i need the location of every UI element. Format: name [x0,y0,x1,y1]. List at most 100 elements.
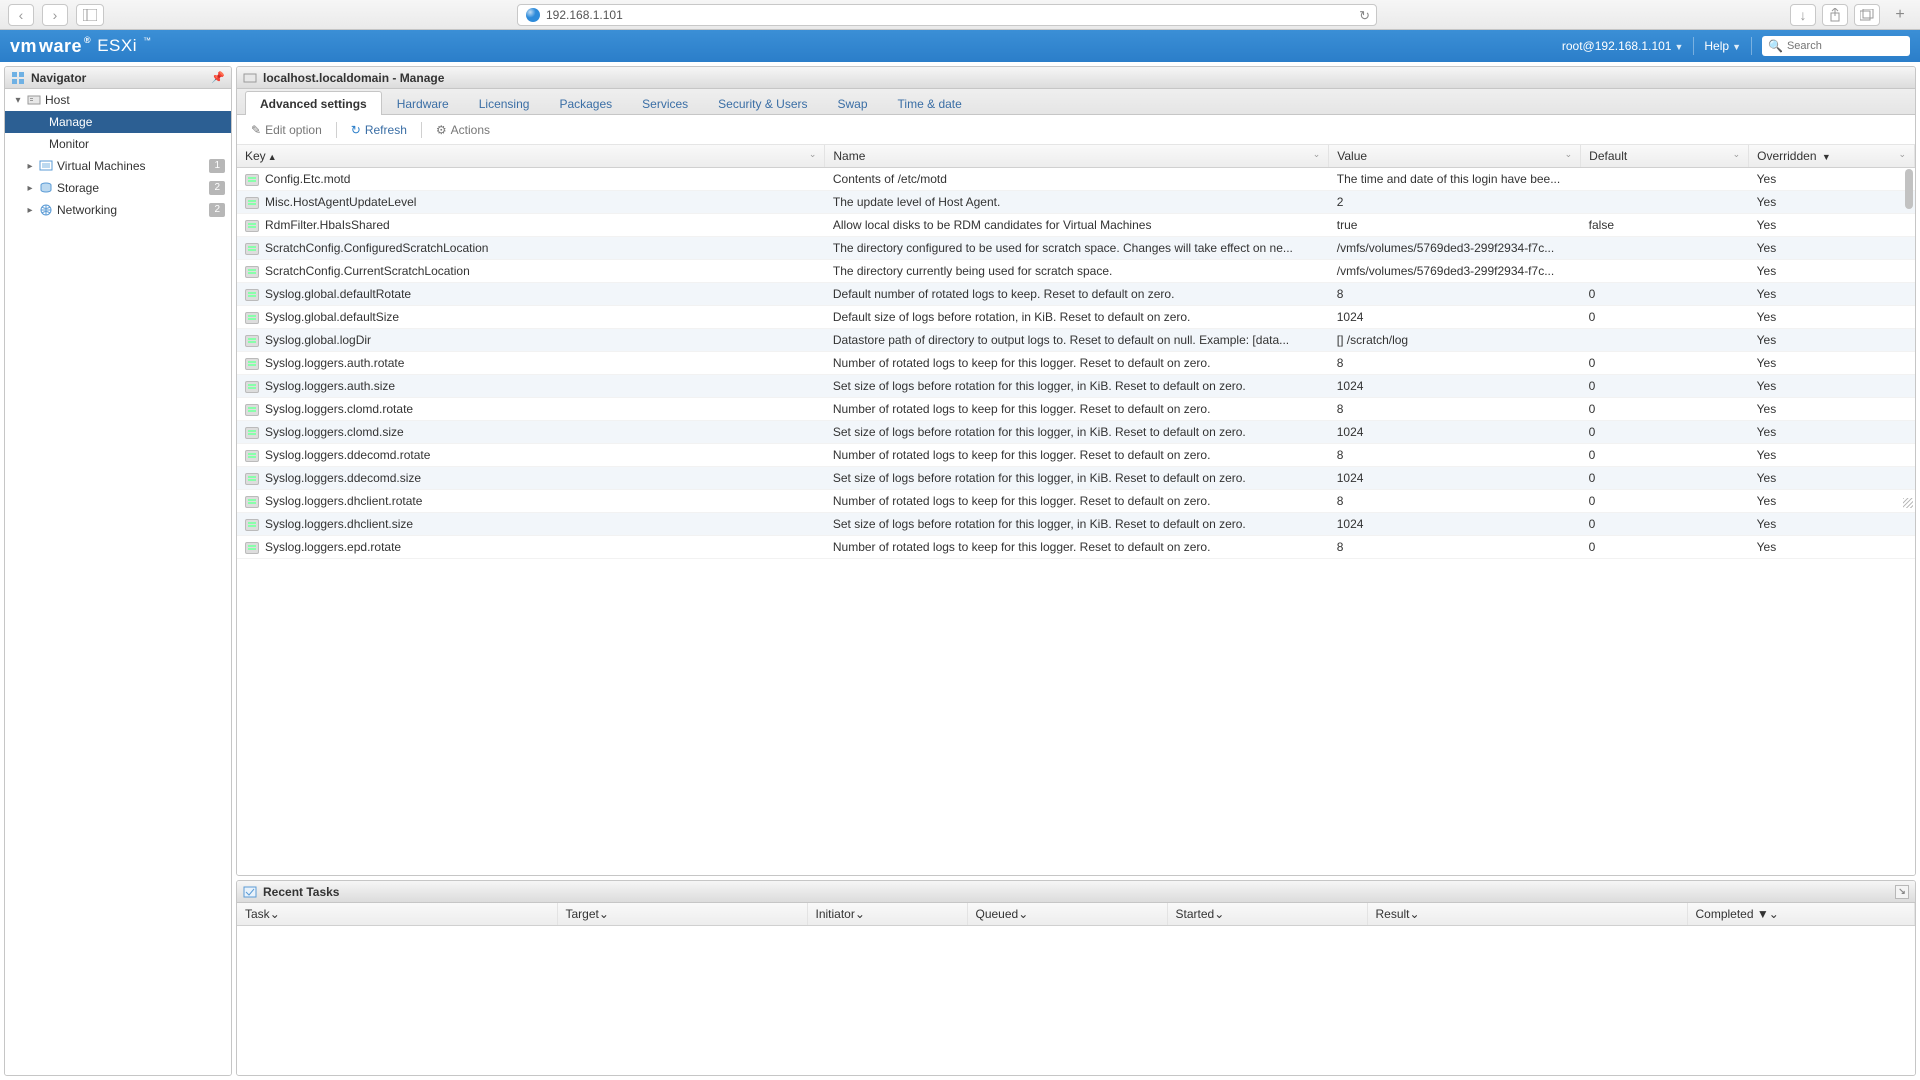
table-row[interactable]: Misc.HostAgentUpdateLevelThe update leve… [237,191,1915,214]
cell-value: 1024 [1329,513,1581,536]
table-row[interactable]: Syslog.loggers.ddecomd.sizeSet size of l… [237,467,1915,490]
table-row[interactable]: Syslog.global.logDirDatastore path of di… [237,329,1915,352]
tab-licensing[interactable]: Licensing [464,91,545,115]
tab-swap[interactable]: Swap [823,91,883,115]
setting-icon [245,519,259,531]
tab-packages[interactable]: Packages [544,91,627,115]
tree-item-networking[interactable]: ▸ Networking 2 [5,199,231,221]
col-target[interactable]: Target⌄ [557,903,807,926]
table-row[interactable]: Syslog.loggers.clomd.rotateNumber of rot… [237,398,1915,421]
table-row[interactable]: Config.Etc.motdContents of /etc/motdThe … [237,168,1915,191]
browser-forward-button[interactable]: › [42,4,68,26]
monitor-label: Monitor [49,137,89,151]
refresh-button[interactable]: ↻ Refresh [347,121,411,139]
table-row[interactable]: Syslog.loggers.dhclient.rotateNumber of … [237,490,1915,513]
browser-sidebar-button[interactable] [76,4,104,26]
chevron-down-icon[interactable]: ⌄ [1410,907,1420,921]
tab-services[interactable]: Services [627,91,703,115]
cell-overridden: Yes [1749,513,1915,536]
chevron-down-icon[interactable]: ⌄ [1214,907,1224,921]
pin-icon[interactable]: 📌 [211,71,225,84]
col-task[interactable]: Task⌄ [237,903,557,926]
tree-item-host[interactable]: ▾ Host [5,89,231,111]
cell-value: [] /scratch/log [1329,329,1581,352]
tab-hardware[interactable]: Hardware [382,91,464,115]
download-button[interactable]: ↓ [1790,4,1816,26]
tree-item-storage[interactable]: ▸ Storage 2 [5,177,231,199]
resize-handle[interactable] [1903,498,1913,508]
tab-advanced-settings[interactable]: Advanced settings [245,91,382,115]
table-row[interactable]: Syslog.loggers.auth.rotateNumber of rota… [237,352,1915,375]
col-default[interactable]: Default⌄ [1581,145,1749,168]
vm-icon [39,159,53,173]
search-icon: 🔍 [1768,39,1783,53]
scrollbar-thumb[interactable] [1905,169,1913,209]
cell-value: 8 [1329,352,1581,375]
cell-name: Contents of /etc/motd [825,168,1329,191]
table-row[interactable]: ScratchConfig.ConfiguredScratchLocationT… [237,237,1915,260]
table-row[interactable]: Syslog.loggers.auth.sizeSet size of logs… [237,375,1915,398]
address-bar[interactable]: 192.168.1.101 ↻ [517,4,1377,26]
col-key[interactable]: Key▲⌄ [237,145,825,168]
col-queued[interactable]: Queued⌄ [967,903,1167,926]
share-button[interactable] [1822,4,1848,26]
chevron-down-icon[interactable]: ⌄ [1898,149,1906,160]
cell-name: Number of rotated logs to keep for this … [825,444,1329,467]
user-menu[interactable]: root@192.168.1.101▼ [1562,39,1684,53]
col-overridden[interactable]: Overridden ▼⌄ [1749,145,1915,168]
table-row[interactable]: RdmFilter.HbaIsSharedAllow local disks t… [237,214,1915,237]
cell-key: Syslog.loggers.dhclient.size [237,513,825,536]
table-row[interactable]: Syslog.loggers.epd.rotateNumber of rotat… [237,536,1915,559]
table-row[interactable]: Syslog.global.defaultSizeDefault size of… [237,306,1915,329]
browser-back-button[interactable]: ‹ [8,4,34,26]
chevron-down-icon[interactable]: ⌄ [1018,907,1028,921]
search-input[interactable] [1787,40,1897,52]
disclose-icon[interactable]: ▾ [13,95,23,106]
blank-space [237,510,1915,875]
expand-button[interactable]: ↘ [1895,885,1909,899]
chevron-down-icon[interactable]: ⌄ [855,907,865,921]
cell-default [1581,191,1749,214]
network-icon [39,203,53,217]
tasks-empty-body [237,926,1915,1075]
col-initiator[interactable]: Initiator⌄ [807,903,967,926]
vertical-scrollbar[interactable] [1905,169,1913,529]
cell-overridden: Yes [1749,306,1915,329]
col-started[interactable]: Started⌄ [1167,903,1367,926]
chevron-down-icon[interactable]: ⌄ [809,149,817,160]
tabs-button[interactable] [1854,4,1880,26]
chevron-down-icon[interactable]: ⌄ [270,907,280,921]
col-result[interactable]: Result⌄ [1367,903,1687,926]
col-value[interactable]: Value ⌄ [1329,145,1581,168]
reload-icon[interactable]: ↻ [1359,8,1370,24]
table-row[interactable]: Syslog.loggers.ddecomd.rotateNumber of r… [237,444,1915,467]
chevron-down-icon[interactable]: ⌄ [1313,149,1321,160]
help-menu[interactable]: Help▼ [1704,39,1741,53]
tree-item-monitor[interactable]: Monitor [5,133,231,155]
table-row[interactable]: Syslog.global.defaultRotateDefault numbe… [237,283,1915,306]
chevron-down-icon[interactable]: ⌄ [599,907,609,921]
grid-scroll[interactable]: Key▲⌄ Name⌄ Value ⌄ Default⌄ Overridden ▼… [237,145,1915,541]
disclose-icon[interactable]: ▸ [25,205,35,216]
esxi-header: vmware® ESXi™ root@192.168.1.101▼ Help▼ … [0,30,1920,62]
table-row[interactable]: Syslog.loggers.clomd.sizeSet size of log… [237,421,1915,444]
table-row[interactable]: Syslog.loggers.dhclient.sizeSet size of … [237,513,1915,536]
setting-icon [245,243,259,255]
manage-label: Manage [49,115,92,129]
col-name[interactable]: Name⌄ [825,145,1329,168]
tree-item-manage[interactable]: Manage [5,111,231,133]
chevron-down-icon[interactable]: ⌄ [1733,149,1741,160]
col-completed[interactable]: Completed ▼⌄ [1687,903,1915,926]
disclose-icon[interactable]: ▸ [25,161,35,172]
tree-item-vms[interactable]: ▸ Virtual Machines 1 [5,155,231,177]
col-value-label: Value [1337,149,1367,163]
tab-security-users[interactable]: Security & Users [703,91,822,115]
tab-time-date[interactable]: Time & date [883,91,977,115]
global-search[interactable]: 🔍 [1762,36,1910,56]
col-task-label: Task [245,907,270,921]
disclose-icon[interactable]: ▸ [25,183,35,194]
table-row[interactable]: ScratchConfig.CurrentScratchLocationThe … [237,260,1915,283]
chevron-down-icon[interactable]: ⌄ [1769,907,1779,921]
chevron-down-icon[interactable]: ⌄ [1565,149,1573,160]
new-tab-button[interactable]: + [1888,6,1912,24]
